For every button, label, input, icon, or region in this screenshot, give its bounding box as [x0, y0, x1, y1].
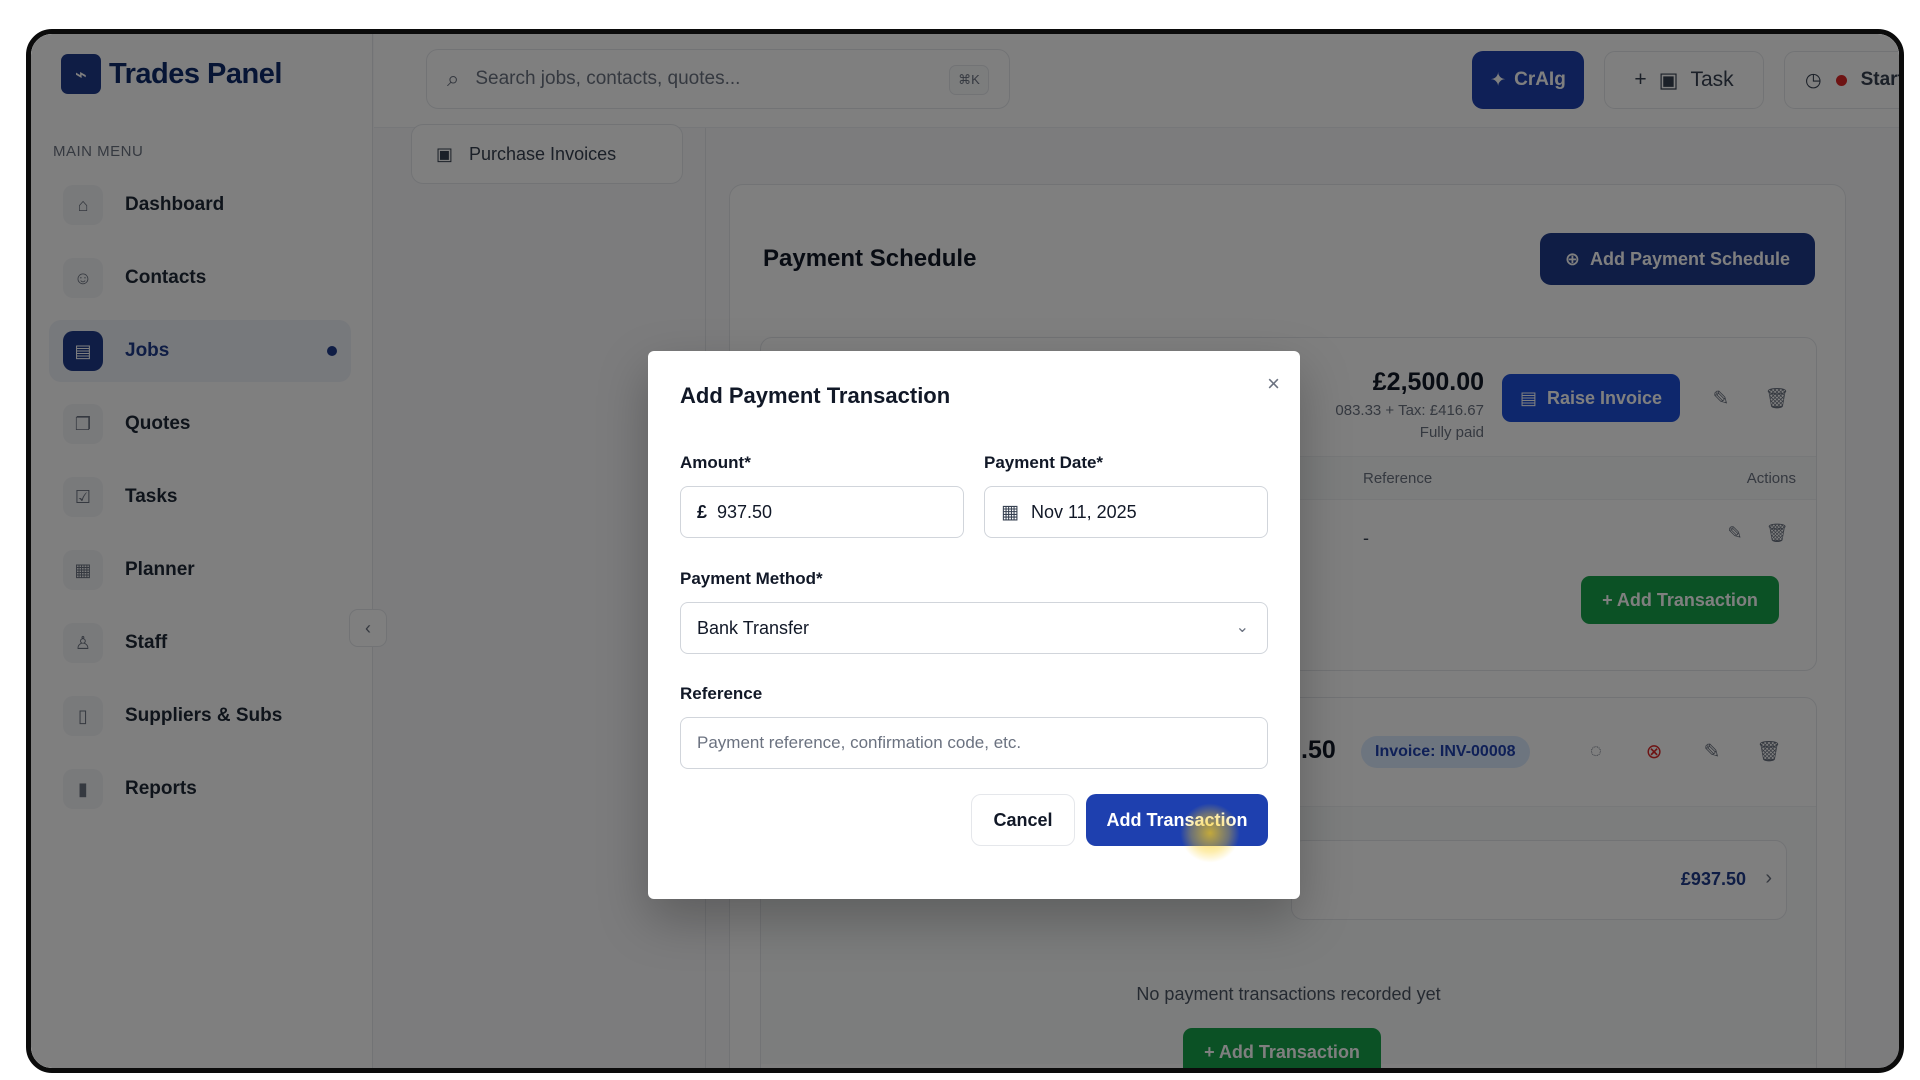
- reference-input[interactable]: Payment reference, confirmation code, et…: [680, 717, 1268, 769]
- reference-label: Reference: [680, 684, 763, 703]
- dialog-title: Add Payment Transaction: [680, 383, 951, 408]
- app-root: ⌁ Trades Panel MAIN MENU ⌂ Dashboard ☺ C…: [31, 34, 1899, 1068]
- payment-date-field[interactable]: ▦ Nov 11, 2025: [984, 486, 1268, 538]
- reference-placeholder: Payment reference, confirmation code, et…: [697, 733, 1022, 752]
- add-transaction-submit-button[interactable]: Add Transaction: [1086, 794, 1268, 846]
- close-icon[interactable]: ×: [1267, 371, 1280, 397]
- screen-frame: ⌁ Trades Panel MAIN MENU ⌂ Dashboard ☺ C…: [26, 29, 1904, 1073]
- payment-date-value: Nov 11, 2025: [1030, 501, 1137, 522]
- payment-method-select[interactable]: Bank Transfer ⌄: [680, 602, 1268, 654]
- payment-method-value: Bank Transfer: [697, 617, 810, 638]
- currency-symbol: £: [697, 501, 708, 522]
- add-payment-transaction-dialog: Add Payment Transaction × Amount* £ 937.…: [648, 351, 1300, 899]
- cancel-button[interactable]: Cancel: [971, 794, 1075, 846]
- calendar-icon: ▦: [1001, 501, 1019, 523]
- amount-label: Amount*: [680, 453, 751, 472]
- payment-date-label: Payment Date*: [984, 453, 1104, 472]
- amount-value: 937.50: [717, 501, 773, 522]
- payment-method-label: Payment Method*: [680, 569, 823, 588]
- amount-field[interactable]: £ 937.50: [680, 486, 964, 538]
- chevron-down-icon: ⌄: [1235, 619, 1249, 636]
